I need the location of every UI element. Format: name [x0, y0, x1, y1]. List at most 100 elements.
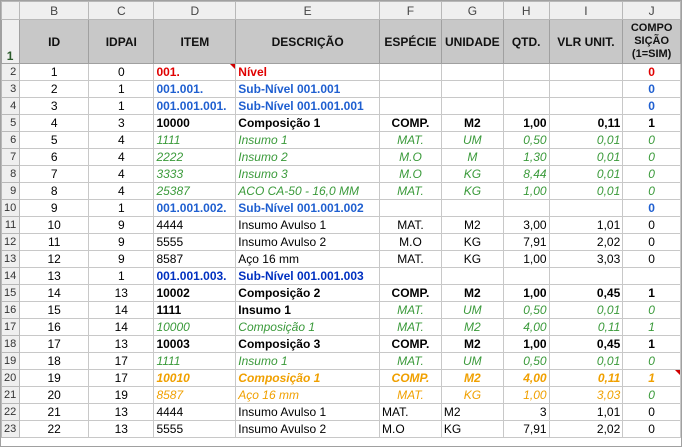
cell-especie[interactable]: [379, 97, 442, 115]
header-cell[interactable]: UNIDADE: [440, 19, 504, 64]
row-number[interactable]: 19: [1, 352, 21, 370]
cell-idpai[interactable]: 1: [88, 97, 155, 115]
cell-vlr-unit[interactable]: 0,01: [548, 182, 624, 200]
cell-unidade[interactable]: KG: [440, 386, 504, 404]
cell-vlr-unit[interactable]: 0,11: [548, 369, 624, 387]
column-header-F[interactable]: F: [379, 1, 442, 20]
cell-qtd[interactable]: 7,91: [502, 233, 550, 251]
cell-vlr-unit[interactable]: 0,45: [548, 284, 624, 302]
cell-id[interactable]: 22: [19, 420, 90, 438]
row-number[interactable]: 3: [1, 80, 21, 98]
cell-descricao[interactable]: Composição 1: [235, 369, 380, 387]
cell-especie[interactable]: COMP.: [379, 114, 442, 132]
cell-unidade[interactable]: M2: [440, 335, 504, 353]
cell-idpai[interactable]: 13: [88, 420, 155, 438]
cell-vlr-unit[interactable]: 0,01: [548, 148, 624, 166]
row-number[interactable]: 11: [1, 216, 21, 234]
cell-id[interactable]: 21: [19, 403, 90, 421]
cell-composicao[interactable]: 0: [622, 352, 681, 370]
column-header-C[interactable]: C: [88, 1, 155, 20]
cell-id[interactable]: 18: [19, 352, 90, 370]
cell-especie[interactable]: M.O: [379, 148, 442, 166]
cell-composicao[interactable]: 0: [622, 233, 681, 251]
header-cell[interactable]: DESCRIÇÃO: [235, 19, 380, 64]
cell-idpai[interactable]: 4: [88, 131, 155, 149]
cell-qtd[interactable]: 8,44: [502, 165, 550, 183]
cell-item[interactable]: 10000: [153, 318, 237, 336]
cell-unidade[interactable]: M2: [440, 369, 504, 387]
cell-especie[interactable]: MAT.: [379, 131, 442, 149]
cell-id[interactable]: 19: [19, 369, 90, 387]
cell-item[interactable]: 1111: [153, 301, 237, 319]
cell-idpai[interactable]: 9: [88, 250, 155, 268]
cell-descricao[interactable]: Insumo Avulso 2: [235, 420, 380, 438]
cell-descricao[interactable]: Insumo Avulso 1: [235, 216, 380, 234]
cell-vlr-unit[interactable]: 0,45: [548, 335, 624, 353]
cell-composicao[interactable]: 0: [622, 63, 681, 81]
cell-id[interactable]: 3: [19, 97, 90, 115]
cell-descricao[interactable]: Composição 2: [235, 284, 380, 302]
cell-idpai[interactable]: 14: [88, 318, 155, 336]
cell-especie[interactable]: [379, 63, 442, 81]
cell-unidade[interactable]: KG: [440, 233, 504, 251]
header-cell[interactable]: COMPO SIÇÃO (1=SIM): [622, 19, 681, 64]
cell-item[interactable]: 1111: [153, 352, 237, 370]
cell-vlr-unit[interactable]: 0,11: [548, 114, 624, 132]
cell-item[interactable]: 10010: [153, 369, 237, 387]
cell-qtd[interactable]: [502, 80, 550, 98]
cell-id[interactable]: 2: [19, 80, 90, 98]
cell-especie[interactable]: COMP.: [379, 284, 442, 302]
cell-composicao[interactable]: 0: [622, 131, 681, 149]
cell-qtd[interactable]: 7,91: [502, 420, 550, 438]
cell-composicao[interactable]: 1: [622, 284, 681, 302]
cell-vlr-unit[interactable]: 2,02: [548, 420, 624, 438]
cell-vlr-unit[interactable]: 3,03: [548, 250, 624, 268]
cell-idpai[interactable]: 14: [88, 301, 155, 319]
cell-especie[interactable]: [379, 267, 442, 285]
cell-idpai[interactable]: 13: [88, 335, 155, 353]
row-number[interactable]: 22: [1, 403, 21, 421]
cell-qtd[interactable]: 3,00: [502, 216, 550, 234]
cell-vlr-unit[interactable]: 0,01: [548, 301, 624, 319]
cell-id[interactable]: 20: [19, 386, 90, 404]
cell-especie[interactable]: COMP.: [379, 335, 442, 353]
cell-vlr-unit[interactable]: 3,03: [548, 386, 624, 404]
cell-qtd[interactable]: 1,00: [502, 335, 550, 353]
cell-especie[interactable]: M.O: [379, 233, 442, 251]
cell-item[interactable]: 3333: [153, 165, 237, 183]
cell-especie[interactable]: M.O: [379, 165, 442, 183]
cell-composicao[interactable]: 1: [622, 369, 681, 387]
cell-descricao[interactable]: Sub-Nível 001.001.002: [235, 199, 380, 217]
row-number[interactable]: 16: [1, 301, 21, 319]
cell-especie[interactable]: MAT.: [379, 216, 442, 234]
header-cell[interactable]: ITEM: [153, 19, 237, 64]
row-number[interactable]: 12: [1, 233, 21, 251]
cell-especie[interactable]: MAT.: [379, 182, 442, 200]
cell-unidade[interactable]: [440, 267, 504, 285]
header-cell[interactable]: QTD.: [502, 19, 550, 64]
column-header-G[interactable]: G: [440, 1, 504, 20]
cell-especie[interactable]: MAT.: [379, 403, 442, 421]
column-header-I[interactable]: I: [548, 1, 624, 20]
cell-descricao[interactable]: Composição 1: [235, 318, 380, 336]
cell-especie[interactable]: MAT.: [379, 386, 442, 404]
row-number[interactable]: 21: [1, 386, 21, 404]
cell-unidade[interactable]: KG: [440, 420, 504, 438]
cell-unidade[interactable]: [440, 63, 504, 81]
column-header-B[interactable]: B: [19, 1, 90, 20]
header-cell[interactable]: IDPAI: [88, 19, 155, 64]
cell-qtd[interactable]: [502, 63, 550, 81]
cell-especie[interactable]: COMP.: [379, 369, 442, 387]
cell-especie[interactable]: MAT.: [379, 301, 442, 319]
cell-composicao[interactable]: 0: [622, 199, 681, 217]
row-number[interactable]: 1: [1, 19, 21, 64]
cell-id[interactable]: 15: [19, 301, 90, 319]
cell-vlr-unit[interactable]: 1,01: [548, 403, 624, 421]
cell-item[interactable]: 5555: [153, 420, 237, 438]
cell-vlr-unit[interactable]: 2,02: [548, 233, 624, 251]
cell-qtd[interactable]: 1,00: [502, 386, 550, 404]
cell-id[interactable]: 14: [19, 284, 90, 302]
cell-vlr-unit[interactable]: 0,01: [548, 352, 624, 370]
cell-idpai[interactable]: 17: [88, 369, 155, 387]
cell-item[interactable]: 8587: [153, 250, 237, 268]
